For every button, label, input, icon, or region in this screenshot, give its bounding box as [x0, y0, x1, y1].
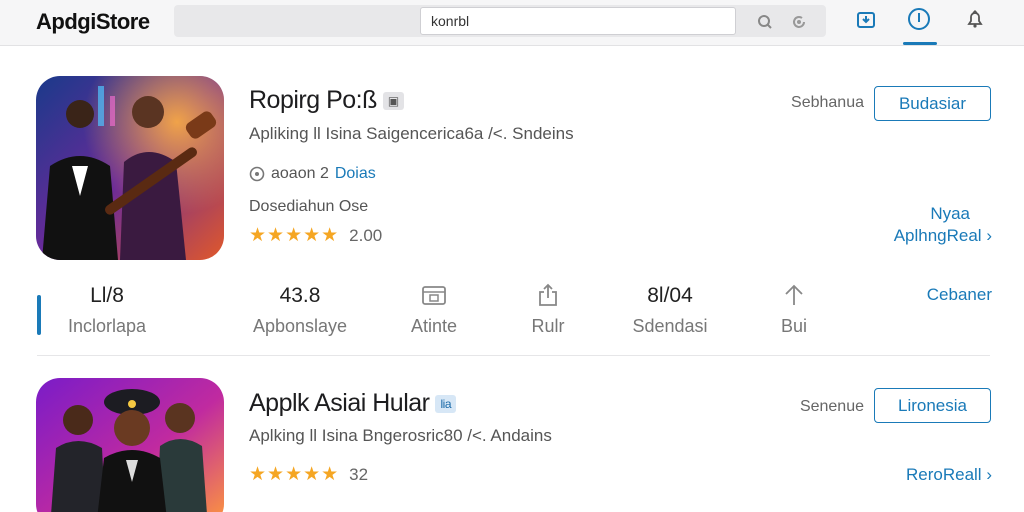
chevron-right-icon: ›: [986, 465, 992, 484]
meta-link[interactable]: Doias: [335, 165, 376, 183]
stats-link[interactable]: Cebaner: [880, 285, 992, 305]
primary-action-button-1[interactable]: Budasiar: [874, 86, 991, 121]
stats-accent-bar: [37, 295, 41, 335]
app-subtitle-2: Aplking ll Isina Bngerosric80 /<. Andain…: [249, 426, 552, 445]
star-rating-icon: ★★★★★: [249, 225, 340, 246]
search-input[interactable]: [420, 7, 736, 35]
app-icon-2[interactable]: [36, 378, 224, 512]
app-description-1: Dosediahun Ose: [249, 198, 369, 215]
stat-item[interactable]: Bui: [766, 282, 822, 337]
info-badge: lia: [435, 395, 456, 414]
info-badge: ▣: [382, 92, 404, 111]
active-tab-indicator: [903, 42, 937, 45]
star-rating-icon: ★★★★★: [249, 464, 340, 485]
app-link-top-1[interactable]: Nyaa: [880, 204, 970, 224]
stat-item[interactable]: Rulr: [510, 282, 586, 337]
app-meta-1: aoaon 2 Doias: [249, 165, 376, 183]
app-rating-2: ★★★★★ 32: [249, 463, 368, 486]
notification-bell-icon[interactable]: [962, 6, 988, 32]
app-subtitle-1: Apliking ll Isina Saigencerica6a /<. Snd…: [249, 124, 574, 143]
app-side-label-1: Sebhanua: [791, 94, 864, 111]
app-side-label-2: Senenue: [799, 398, 864, 415]
app-title-1[interactable]: Ropirg Po:ß ▣: [249, 86, 404, 115]
app-title-2[interactable]: Applk Asiai Hular lia: [249, 389, 456, 418]
store-logo[interactable]: ApdgiStore: [36, 9, 150, 35]
rating-value: 32: [349, 464, 369, 484]
app-link-1[interactable]: AplhngReal ›: [840, 226, 992, 246]
chevron-right-icon: ›: [986, 226, 992, 245]
calendar-icon: [396, 282, 472, 308]
info-icon[interactable]: [906, 6, 932, 32]
rating-value: 2.00: [349, 225, 383, 245]
search-icon[interactable]: [754, 11, 776, 33]
app-icon-1[interactable]: [36, 76, 224, 260]
app-link-2[interactable]: ReroReall ›: [840, 465, 992, 485]
primary-action-button-2[interactable]: Lironesia: [874, 388, 991, 423]
section-divider: [37, 355, 990, 356]
stat-item: Ll/8 Inclorlapa: [67, 284, 147, 336]
download-icon[interactable]: [853, 6, 879, 32]
app-rating-1: ★★★★★ 2.00: [249, 224, 382, 247]
arrow-up-icon: [766, 282, 822, 308]
clock-icon: [249, 166, 265, 182]
voice-search-icon[interactable]: [788, 11, 810, 33]
stat-item: 43.8 Apbonslaye: [252, 284, 348, 336]
stat-item: 8l/04 Sdendasi: [632, 284, 708, 336]
top-bar: ApdgiStore: [0, 0, 1024, 46]
stat-item[interactable]: Atinte: [396, 282, 472, 337]
search-bar: [174, 5, 826, 37]
share-icon: [510, 282, 586, 308]
